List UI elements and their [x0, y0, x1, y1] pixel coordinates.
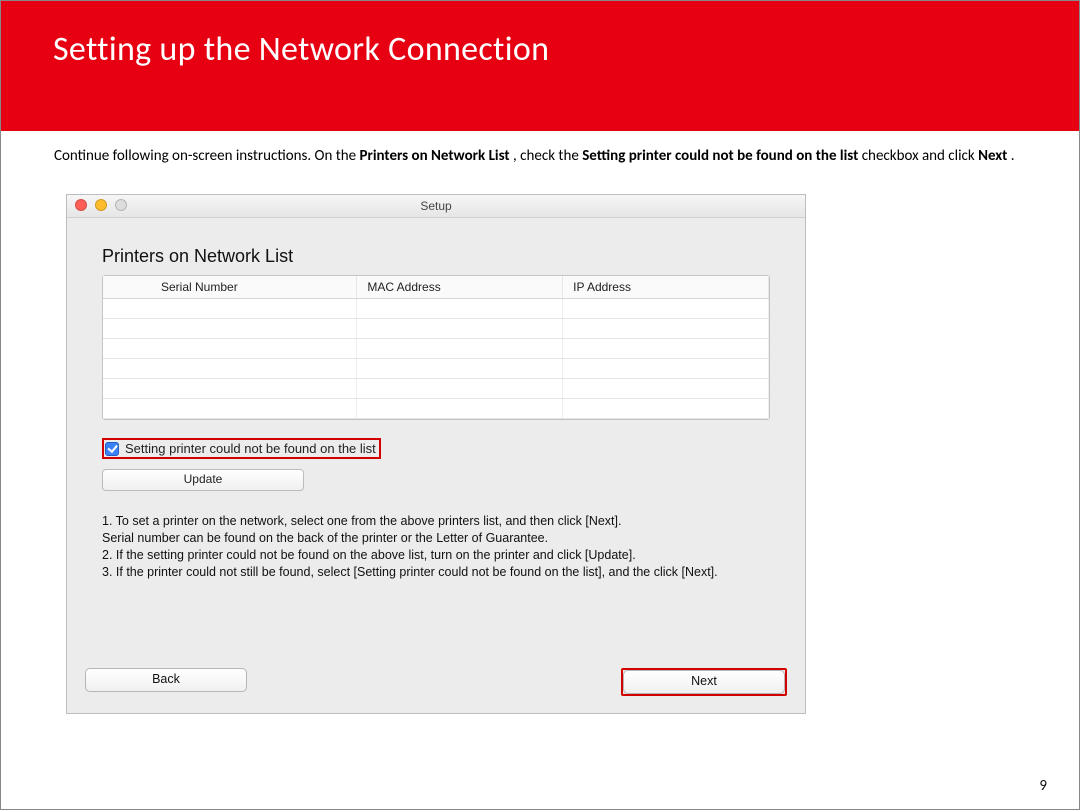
next-button[interactable]: Next — [623, 670, 785, 694]
checkbox-checked-icon[interactable] — [105, 442, 119, 456]
slide: Setting up the Network Connection Contin… — [0, 0, 1080, 810]
intro-text: checkbox and click — [862, 147, 978, 165]
instructions-block: 1. To set a printer on the network, sele… — [102, 513, 770, 581]
window-titlebar: Setup — [67, 195, 805, 218]
intro-text: . — [1011, 147, 1015, 165]
table-row[interactable] — [103, 339, 769, 359]
instruction-line: Serial number can be found on the back o… — [102, 530, 770, 547]
back-button[interactable]: Back — [85, 668, 247, 692]
col-mac[interactable]: MAC Address — [357, 276, 563, 299]
intro-text: Continue following on-screen instruction… — [54, 147, 360, 165]
intro-text: , check the — [513, 147, 582, 165]
instruction-line: 1. To set a printer on the network, sele… — [102, 513, 770, 530]
title-band: Setting up the Network Connection — [1, 1, 1079, 131]
intro-bold-1: Printers on Network List — [360, 147, 510, 165]
checkbox-label: Setting printer could not be found on th… — [125, 441, 376, 456]
table-row[interactable] — [103, 399, 769, 419]
next-highlight: Next — [621, 668, 787, 696]
intro-bold-2: Setting printer could not be found on th… — [582, 147, 858, 165]
table-row[interactable] — [103, 319, 769, 339]
table-row[interactable] — [103, 379, 769, 399]
printers-table: Serial Number MAC Address IP Address — [103, 276, 769, 419]
update-button[interactable]: Update — [102, 469, 304, 491]
printers-heading: Printers on Network List — [102, 246, 770, 267]
not-found-checkbox-row[interactable]: Setting printer could not be found on th… — [102, 438, 381, 459]
intro-paragraph: Continue following on-screen instruction… — [54, 147, 1051, 167]
table-row[interactable] — [103, 299, 769, 319]
page-title: Setting up the Network Connection — [53, 29, 549, 70]
window-title: Setup — [67, 195, 805, 217]
col-spacer — [103, 276, 151, 299]
col-ip[interactable]: IP Address — [563, 276, 769, 299]
setup-window: Setup Printers on Network List Serial Nu… — [66, 194, 806, 714]
instruction-line: 2. If the setting printer could not be f… — [102, 547, 770, 564]
window-body: Printers on Network List Serial Number M… — [67, 218, 805, 714]
col-serial[interactable]: Serial Number — [151, 276, 357, 299]
table-row[interactable] — [103, 359, 769, 379]
printers-table-wrap: Serial Number MAC Address IP Address — [102, 275, 770, 420]
intro-bold-3: Next — [978, 147, 1007, 165]
page-number: 9 — [1039, 777, 1047, 795]
instruction-line: 3. If the printer could not still be fou… — [102, 564, 770, 581]
bottom-buttons: Back Next — [67, 668, 805, 696]
body-text: Continue following on-screen instruction… — [54, 147, 1051, 167]
